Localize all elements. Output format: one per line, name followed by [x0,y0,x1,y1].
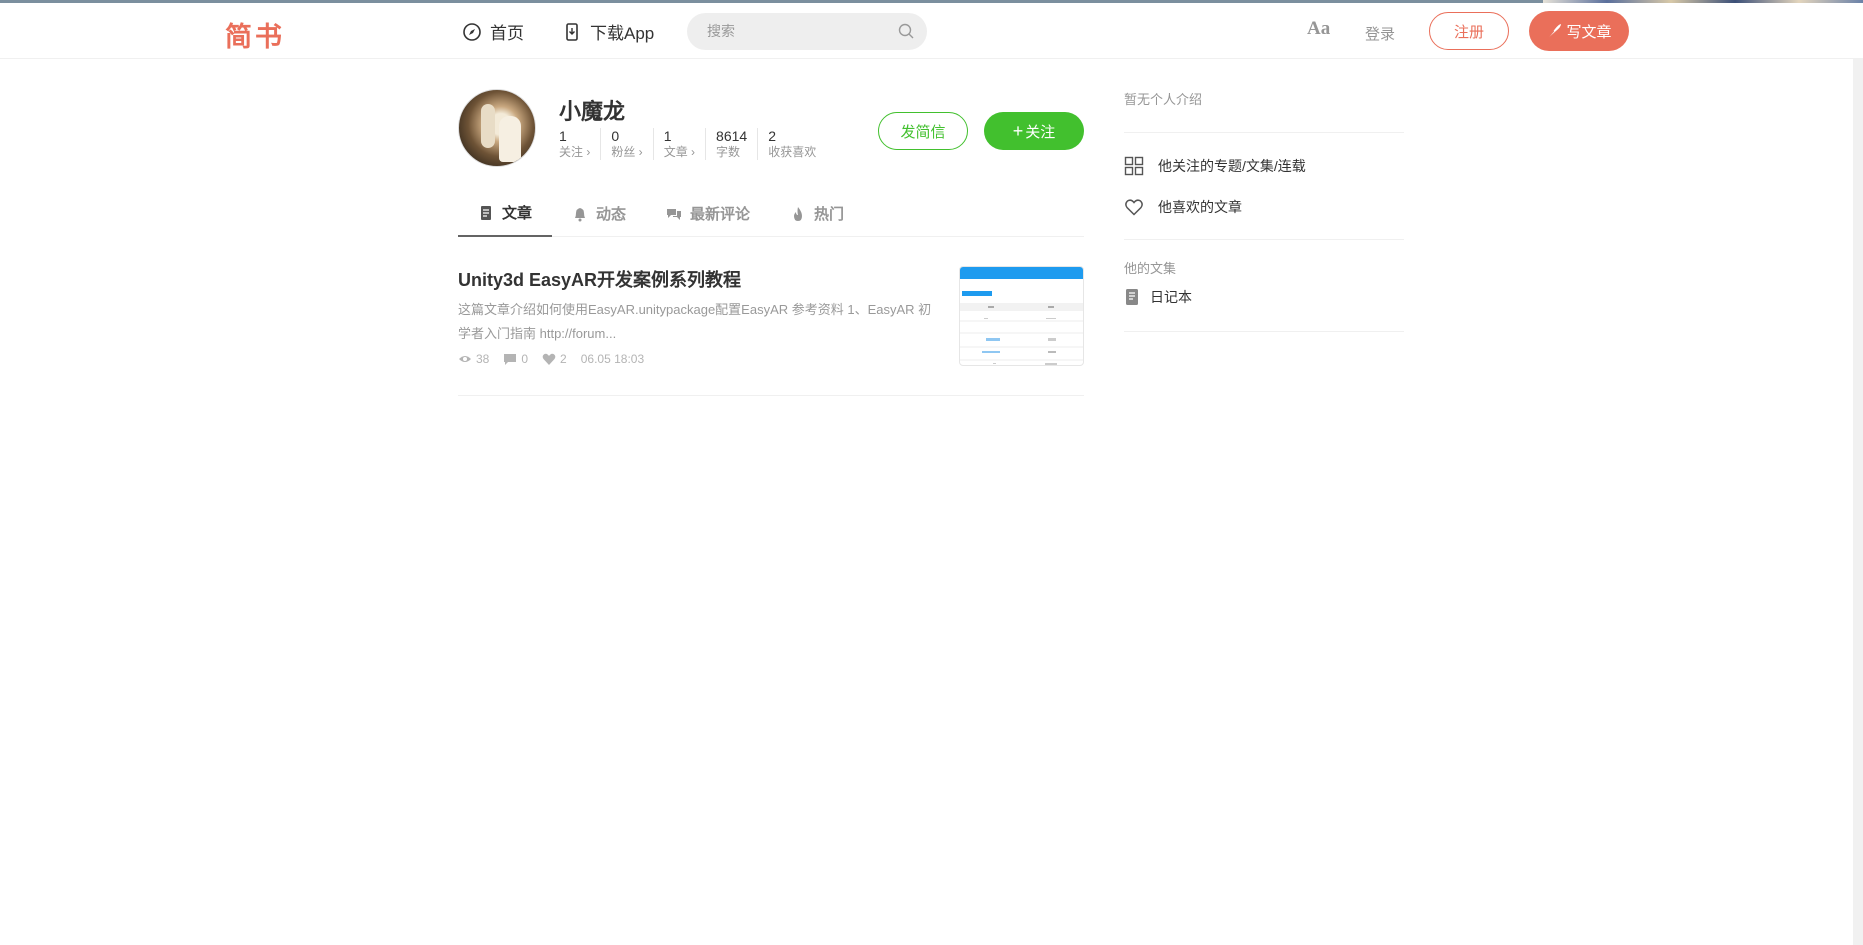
stat-number: 8614 [716,128,748,144]
avatar-figure [499,116,521,162]
stat-number: 1 [663,128,672,144]
tab-label: 动态 [596,206,627,223]
notebook-icon [1126,289,1138,305]
collection-label: 日记本 [1150,289,1192,305]
comment-icon [504,354,517,365]
sidebar-item-label: 他喜欢的文章 [1158,198,1242,215]
eye-icon [459,356,471,362]
tab-label: 热门 [814,206,845,223]
stat-label: 粉丝 › [611,145,643,159]
flame-icon [794,206,803,221]
sidebar-item-liked-articles[interactable]: 他喜欢的文章 [1124,186,1404,227]
font-toggle-button[interactable]: Aa [1307,18,1330,40]
collections-title: 他的文集 [1124,261,1177,276]
phone-download-icon [566,22,578,41]
plus-icon: + [1012,121,1024,141]
article-list-item: Unity3d EasyAR开发案例系列教程 这篇文章介绍如何使用EasyAR.… [458,260,1084,396]
profile-stats: 1 关注 › 0 粉丝 › 1 文章 › 8614 字数 2 收获喜欢 [559,128,836,160]
sidebar-links: 他关注的专题/文集/连载 他喜欢的文章 [1124,133,1404,240]
sidebar-item-label: 他关注的专题/文集/连载 [1158,157,1306,174]
tab-label: 文章 [502,205,533,222]
nav-download-label: 下载App [590,24,655,43]
send-message-button[interactable]: 发简信 [878,112,968,150]
heart-icon [542,353,556,365]
article-comments[interactable]: 0 [503,352,528,366]
heart-icon [1125,198,1143,216]
stat-label: 文章 › [663,145,696,159]
profile-tabs: 文章 动态 最新评论 热门 [458,190,1084,237]
page-scrollbar[interactable] [1853,59,1863,945]
nav-home[interactable]: 首页 [462,19,524,44]
stat-label: 关注 › [559,145,591,159]
comments-count: 0 [521,352,529,366]
article-abstract: 这篇文章介绍如何使用EasyAR.unitypackage配置EasyAR 参考… [458,302,932,341]
avatar[interactable] [458,89,536,167]
follow-button[interactable]: + 关注 [984,112,1084,150]
tab-latest-comments[interactable]: 最新评论 [646,190,770,237]
grid-icon [1124,156,1144,175]
search-icon[interactable] [897,22,915,40]
navbar: 简书 首页 下载App Aa 登录 注册 写文章 [0,3,1863,59]
tab-hot[interactable]: 热门 [770,190,864,237]
signup-button[interactable]: 注册 [1429,12,1509,50]
compass-icon [463,22,481,41]
sidebar: 暂无个人介绍 他关注的专题/文集/连载 他喜欢的文章 他的文集 日记本 [1124,89,1404,332]
nav-home-label: 首页 [490,24,524,43]
stat-word-count: 8614 字数 [716,128,759,160]
write-article-label: 写文章 [1566,23,1612,41]
stat-articles[interactable]: 1 文章 › [663,128,707,160]
comments-icon [667,208,682,220]
nav-download-app[interactable]: 下载App [562,19,654,44]
document-icon [481,205,491,220]
views-count: 38 [476,352,490,366]
profile-intro: 暂无个人介绍 [1124,89,1404,133]
avatar-figure [481,104,495,148]
stat-number: 2 [768,128,776,144]
bell-icon [575,207,586,221]
search-box [687,13,927,50]
collection-item[interactable]: 日记本 [1124,287,1404,332]
feather-pen-icon [1548,24,1562,39]
login-link[interactable]: 登录 [1365,23,1395,44]
article-likes: 2 [542,352,567,366]
stat-number: 0 [611,128,620,144]
stat-followers[interactable]: 0 粉丝 › [611,128,654,160]
stat-likes-received: 2 收获喜欢 [768,128,826,160]
write-article-button[interactable]: 写文章 [1529,11,1629,51]
site-logo[interactable]: 简书 [225,15,285,54]
follow-label: 关注 [1025,123,1056,141]
article-views: 38 [458,352,489,366]
tab-label: 最新评论 [690,206,751,223]
search-input[interactable] [707,21,887,41]
tab-articles[interactable]: 文章 [458,190,553,237]
thumbnail-image [960,267,1083,365]
stat-following[interactable]: 1 关注 › [559,128,602,160]
stat-number: 1 [559,128,567,144]
stat-label: 收获喜欢 [768,145,817,159]
sidebar-item-followed-collections[interactable]: 他关注的专题/文集/连载 [1124,145,1404,186]
article-title[interactable]: Unity3d EasyAR开发案例系列教程 [458,266,741,292]
likes-count: 2 [560,352,567,366]
tab-activity[interactable]: 动态 [552,190,646,237]
article-time: 06.05 18:03 [580,352,645,366]
profile-username[interactable]: 小魔龙 [559,94,625,126]
stat-label: 字数 [716,145,741,159]
article-thumbnail[interactable] [959,266,1084,366]
article-meta: 38 0 2 06.05 18:03 [458,352,644,366]
